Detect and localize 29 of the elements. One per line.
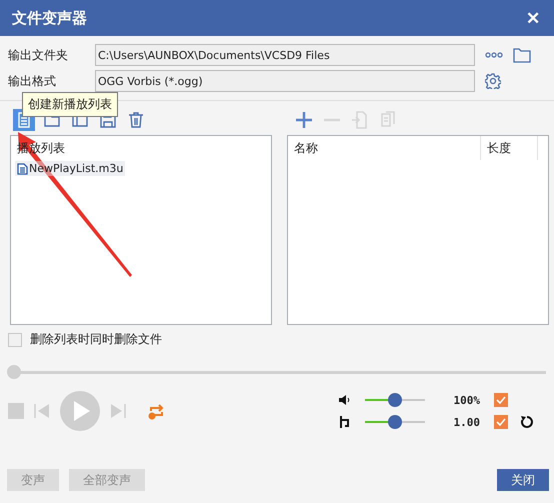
more-icon[interactable] xyxy=(485,52,503,58)
speaker-icon xyxy=(338,394,352,406)
field-label: 输出文件夹 xyxy=(8,46,69,64)
slider-thumb[interactable] xyxy=(388,393,402,407)
checkbox[interactable] xyxy=(8,332,22,346)
field-label: 输出格式 xyxy=(8,72,57,90)
repeat-icon[interactable] xyxy=(148,402,165,420)
window-title: 文件变声器 xyxy=(12,8,87,28)
reset-icon[interactable] xyxy=(520,415,534,429)
document-icon xyxy=(17,162,28,174)
column-header: 名称 xyxy=(288,136,481,160)
playlist-item[interactable]: NewPlayList.m3u xyxy=(15,161,126,176)
action-button[interactable]: 关闭 xyxy=(497,469,549,491)
pitch-icon xyxy=(338,415,352,429)
checkbox[interactable] xyxy=(494,393,508,407)
tooltip: 创建新播放列表 xyxy=(22,92,118,117)
slider-reading: 1.00 xyxy=(452,416,480,428)
checkbox[interactable] xyxy=(494,415,508,429)
checkbox-label: 删除列表时同时删除文件 xyxy=(30,331,162,348)
column-header: 长度 xyxy=(481,136,538,160)
plus-icon[interactable] xyxy=(293,109,315,131)
input-field[interactable]: OGG Vorbis (*.ogg) xyxy=(95,70,475,92)
settings-icon[interactable] xyxy=(485,73,501,89)
folder-icon[interactable] xyxy=(513,48,531,62)
close-button[interactable]: ✕ xyxy=(524,8,542,28)
input-field[interactable]: C:\Users\AUNBOX\Documents\VCSD9 Files xyxy=(95,44,475,66)
slider-thumb[interactable] xyxy=(388,415,402,429)
seek-thumb[interactable] xyxy=(7,365,21,379)
slider-reading: 100% xyxy=(452,394,480,406)
